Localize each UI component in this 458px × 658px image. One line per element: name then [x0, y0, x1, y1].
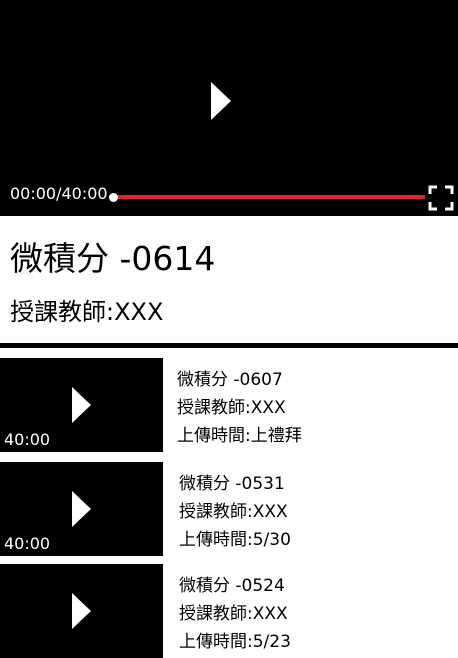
list-item[interactable]: 40:00 微積分 -0531 授課教師:XXX 上傳時間:5/30 — [0, 462, 458, 556]
video-thumbnail[interactable] — [0, 564, 163, 658]
play-icon — [72, 387, 91, 423]
list-item[interactable]: 微積分 -0524 授課教師:XXX 上傳時間:5/23 — [0, 564, 458, 658]
item-title: 微積分 -0531 — [179, 474, 285, 494]
fullscreen-icon[interactable] — [428, 185, 454, 211]
item-teacher: 授課教師:XXX — [177, 398, 286, 418]
progress-bar[interactable] — [113, 195, 425, 199]
play-icon — [72, 491, 91, 527]
item-teacher: 授課教師:XXX — [179, 502, 288, 522]
item-upload-time: 上傳時間:5/30 — [179, 530, 291, 550]
progress-handle[interactable] — [109, 193, 118, 202]
item-teacher: 授課教師:XXX — [179, 604, 288, 624]
duration-label: 40:00 — [4, 430, 51, 449]
video-title: 微積分 -0614 — [10, 239, 216, 278]
play-icon[interactable] — [211, 82, 231, 120]
time-display: 00:00/40:00 — [10, 184, 108, 203]
item-title: 微積分 -0607 — [177, 370, 283, 390]
video-player[interactable]: 00:00/40:00 — [0, 0, 458, 216]
video-teacher: 授課教師:XXX — [10, 298, 164, 326]
video-thumbnail[interactable]: 40:00 — [0, 358, 163, 452]
play-icon — [72, 593, 91, 629]
duration-label: 40:00 — [4, 534, 51, 553]
video-thumbnail[interactable]: 40:00 — [0, 462, 163, 556]
item-upload-time: 上傳時間:上禮拜 — [177, 426, 302, 446]
item-upload-time: 上傳時間:5/23 — [179, 632, 291, 652]
divider — [0, 343, 458, 348]
item-title: 微積分 -0524 — [179, 576, 285, 596]
list-item[interactable]: 40:00 微積分 -0607 授課教師:XXX 上傳時間:上禮拜 — [0, 358, 458, 452]
